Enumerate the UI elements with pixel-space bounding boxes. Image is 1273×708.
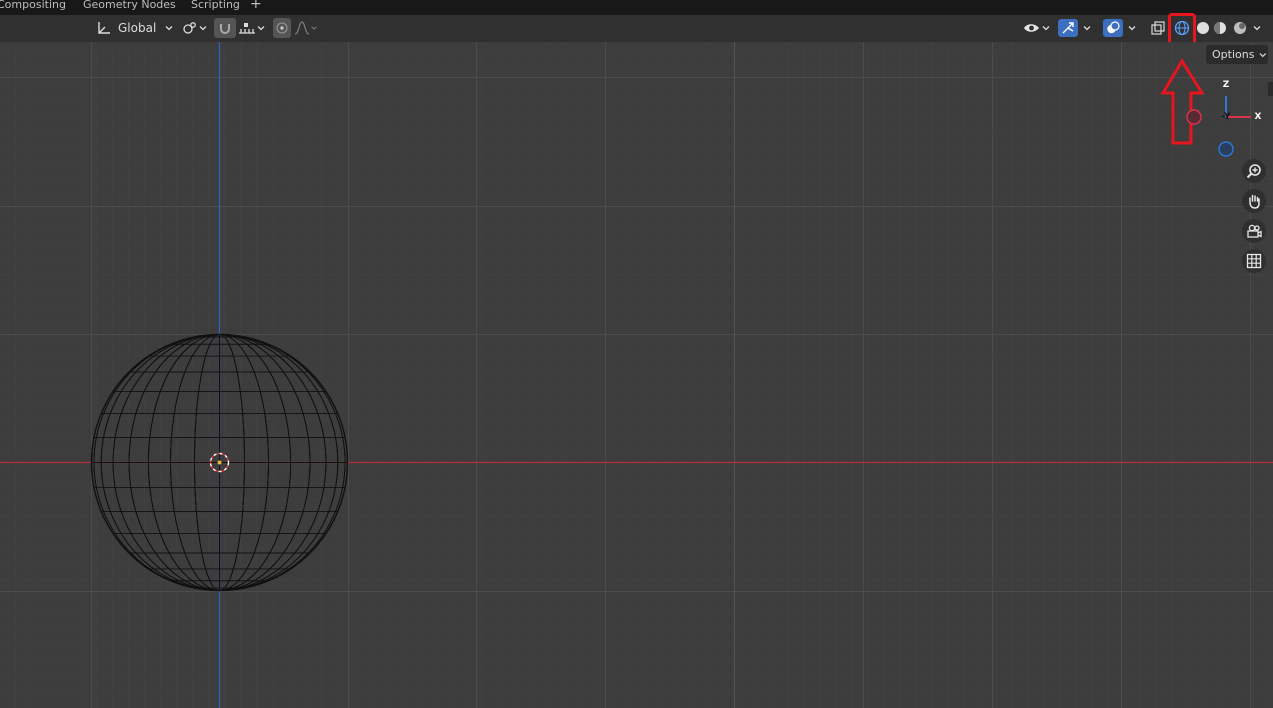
gizmo-z-ball[interactable]: Z	[1219, 78, 1233, 92]
sidebar-toggle-tab[interactable]	[1268, 82, 1273, 96]
rendered-sphere-icon	[1234, 22, 1246, 34]
minor-grid	[0, 42, 1273, 708]
snap-toggle[interactable]	[214, 18, 236, 38]
chevron-down-icon	[1259, 52, 1267, 57]
gizmo-neg-z-ball[interactable]	[1218, 141, 1234, 157]
gizmo-x-ball[interactable]: X	[1251, 110, 1265, 124]
snap-target-dropdown[interactable]	[238, 18, 266, 38]
tab-scripting[interactable]: Scripting	[191, 0, 240, 11]
snap-increment-icon	[239, 23, 255, 34]
proportional-falloff-dropdown[interactable]	[294, 18, 318, 38]
material-preview-button[interactable]	[1213, 18, 1227, 38]
options-dropdown[interactable]: Options	[1206, 45, 1268, 64]
gizmo-z-label: Z	[1222, 80, 1230, 90]
workspace-tab-bar: Compositing Geometry Nodes Scripting +	[0, 0, 1273, 15]
chevron-down-icon	[199, 26, 207, 31]
gizmo-x-label: X	[1254, 112, 1262, 122]
3d-viewport[interactable]	[0, 42, 1273, 708]
object-origin	[217, 460, 222, 465]
transform-orientation-dropdown[interactable]: Global	[96, 18, 174, 38]
orientation-label: Global	[118, 21, 157, 35]
tab-geometry-nodes[interactable]: Geometry Nodes	[83, 0, 176, 11]
gizmo-neg-x-ball[interactable]	[1186, 109, 1202, 125]
overlays-toggle[interactable]	[1103, 19, 1123, 37]
options-label: Options	[1212, 48, 1255, 61]
chevron-down-icon	[165, 26, 173, 31]
magnet-icon	[220, 24, 230, 34]
viewport-canvas[interactable]	[0, 42, 1273, 708]
material-sphere-icon	[1214, 22, 1226, 34]
falloff-curve-icon	[294, 21, 310, 35]
grid-icon	[1246, 253, 1262, 269]
hand-icon	[1249, 194, 1260, 209]
orthographic-toggle-button[interactable]	[1242, 249, 1266, 273]
pivot-point-dropdown[interactable]	[182, 18, 208, 38]
xray-icon	[1151, 21, 1165, 35]
chevron-down-icon	[1253, 26, 1261, 31]
gizmo-toggle[interactable]	[1058, 19, 1078, 37]
chevron-down-icon	[1083, 26, 1091, 31]
proportional-editing-toggle[interactable]	[273, 18, 291, 38]
solid-sphere-icon	[1197, 22, 1209, 34]
camera-icon	[1247, 224, 1262, 238]
chevron-down-icon	[257, 26, 265, 31]
gizmo-neg-y-ball[interactable]: -Y	[1218, 109, 1234, 125]
zoom-button[interactable]	[1242, 159, 1266, 183]
orientation-axes-icon	[98, 22, 110, 34]
proportional-edit-icon	[276, 22, 288, 34]
add-workspace-button[interactable]: +	[250, 0, 262, 12]
chevron-down-icon	[311, 26, 317, 30]
tab-compositing[interactable]: Compositing	[0, 0, 66, 11]
pivot-point-icon	[183, 22, 196, 34]
gizmo-dropdown[interactable]	[1058, 18, 1092, 38]
chevron-down-icon	[1042, 26, 1050, 31]
zoom-icon	[1246, 164, 1261, 179]
solid-shading-button[interactable]	[1196, 18, 1210, 38]
rendered-shading-button[interactable]	[1233, 18, 1247, 38]
shading-options-dropdown[interactable]	[1252, 18, 1262, 38]
gizmo-y-label: -Y	[1221, 112, 1231, 122]
chevron-down-icon	[1128, 26, 1136, 31]
pan-button[interactable]	[1242, 189, 1266, 213]
xray-toggle[interactable]	[1149, 18, 1167, 38]
viewport-header: Global	[0, 15, 1273, 42]
overlays-icon	[1107, 21, 1120, 34]
camera-view-button[interactable]	[1242, 219, 1266, 243]
visibility-dropdown[interactable]	[1023, 18, 1051, 38]
overlays-dropdown[interactable]	[1103, 18, 1137, 38]
eye-icon	[1024, 24, 1039, 32]
gizmo-icon	[1062, 22, 1074, 34]
